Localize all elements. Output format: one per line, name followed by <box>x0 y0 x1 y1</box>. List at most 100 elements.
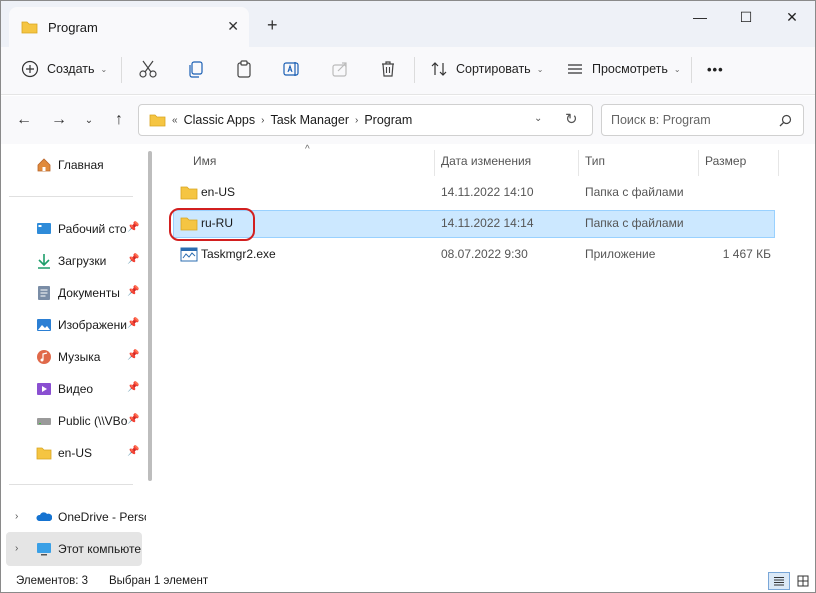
tab-close-button[interactable]: ✕ <box>227 18 239 35</box>
tab-title: Program <box>48 19 98 35</box>
chevron-down-icon: ⌄ <box>100 64 108 74</box>
maximize-button[interactable]: ☐ <box>723 1 769 33</box>
sort-ascending-icon: ^ <box>305 144 310 155</box>
refresh-icon[interactable]: ↻ <box>565 110 578 128</box>
minimize-button[interactable]: — <box>677 1 723 33</box>
create-label: Создать <box>47 62 95 76</box>
details-view-button[interactable] <box>768 572 790 590</box>
column-header-modified[interactable]: Дата изменения <box>441 154 531 174</box>
search-input[interactable]: Поиск в: Program <box>601 104 804 136</box>
address-dropdown-icon[interactable]: ⌄ <box>534 113 542 124</box>
sidebar-item-label: Видео <box>58 382 94 396</box>
file-size: 1 467 КБ <box>722 247 771 261</box>
exe-icon <box>180 247 198 262</box>
pin-icon: 📌 <box>127 382 140 393</box>
forward-arrow-icon[interactable]: → <box>49 110 69 130</box>
breadcrumb-item[interactable]: Program <box>364 113 412 127</box>
sidebar-item-label: Public (\\VBo <box>58 414 128 428</box>
file-row-selected[interactable]: ru-RU 14.11.2022 14:14 Папка с файлами <box>173 210 775 238</box>
sidebar-scrollbar[interactable] <box>148 151 152 481</box>
selection-count: Выбран 1 элемент <box>109 575 209 587</box>
rename-button[interactable] <box>282 47 302 91</box>
sidebar-item-label: Документы <box>58 286 120 300</box>
sidebar-item-downloads[interactable]: Загрузки 📌 <box>1 246 146 276</box>
folder-icon <box>180 186 198 200</box>
column-separator[interactable] <box>778 150 779 176</box>
sidebar-divider <box>9 196 133 197</box>
chevron-down-icon: ⌄ <box>536 64 544 74</box>
column-separator[interactable] <box>698 150 699 176</box>
back-arrow-icon[interactable]: ← <box>14 110 34 130</box>
close-window-button[interactable]: ✕ <box>769 1 815 33</box>
copy-icon <box>189 61 203 78</box>
file-name: Taskmgr2.exe <box>201 247 276 261</box>
folder-icon <box>21 21 38 34</box>
column-header-name[interactable]: Имя <box>193 154 216 174</box>
sidebar-item-video[interactable]: Видео 📌 <box>1 374 146 404</box>
sidebar-item-label: Рабочий сто <box>58 222 127 236</box>
plus-circle-icon <box>21 60 39 78</box>
column-header-size[interactable]: Размер <box>705 154 746 174</box>
clipboard-icon <box>237 60 251 78</box>
file-row[interactable]: en-US 14.11.2022 14:10 Папка с файлами <box>173 179 775 207</box>
pin-icon: 📌 <box>127 446 140 457</box>
sidebar-item-desktop[interactable]: Рабочий сто 📌 <box>1 214 146 244</box>
trash-icon <box>382 61 394 77</box>
this-pc-icon <box>37 543 51 556</box>
search-icon <box>779 114 792 127</box>
view-list-icon <box>568 64 582 74</box>
file-name: en-US <box>201 185 236 199</box>
folder-icon <box>149 114 166 127</box>
share-button[interactable] <box>330 47 350 91</box>
sidebar-item-pictures[interactable]: Изображени 📌 <box>1 310 146 340</box>
breadcrumb-item[interactable]: Task Manager <box>270 113 349 127</box>
column-separator[interactable] <box>578 150 579 176</box>
delete-button[interactable] <box>378 47 398 91</box>
chevron-right-icon: › <box>261 114 265 126</box>
cut-button[interactable] <box>138 47 158 91</box>
rename-icon <box>283 62 299 76</box>
home-icon <box>37 158 51 172</box>
file-modified: 14.11.2022 14:14 <box>441 216 534 230</box>
sidebar-item-music[interactable]: Музыка 📌 <box>1 342 146 372</box>
column-header-type[interactable]: Тип <box>585 154 605 174</box>
create-button[interactable]: Создать ⌄ <box>21 47 107 91</box>
sidebar-item-onedrive[interactable]: OneDrive - Perso <box>1 502 146 532</box>
file-modified: 08.07.2022 9:30 <box>441 247 528 261</box>
chevron-right-icon: › <box>354 114 359 126</box>
chevron-down-icon: ⌄ <box>673 64 681 74</box>
copy-button[interactable] <box>186 47 206 91</box>
sidebar-item-en-us[interactable]: en-US 📌 <box>1 438 146 468</box>
tiles-view-button[interactable] <box>792 572 814 590</box>
breadcrumb-overflow-icon[interactable]: « <box>172 115 178 126</box>
sort-button[interactable]: Сортировать ⌄ <box>430 47 543 91</box>
file-type: Приложение <box>585 247 656 261</box>
address-bar[interactable]: « Classic Apps › Task Manager › Program … <box>138 104 593 136</box>
toolbar-divider <box>414 57 415 83</box>
sidebar-item-home[interactable]: Главная <box>1 150 146 180</box>
sidebar-item-this-pc[interactable]: Этот компьюте <box>1 534 146 564</box>
sidebar-item-documents[interactable]: Документы 📌 <box>1 278 146 308</box>
tab-program[interactable]: Program ✕ <box>9 7 249 47</box>
highlight-annotation-ring <box>169 208 255 241</box>
sidebar-item-public[interactable]: Public (\\VBo 📌 <box>1 406 146 436</box>
desktop-icon <box>37 223 51 234</box>
sidebar-item-label: Загрузки <box>58 254 107 268</box>
more-options-button[interactable]: ••• <box>707 47 724 91</box>
file-type: Папка с файлами <box>585 185 684 199</box>
paste-button[interactable] <box>234 47 254 91</box>
recent-chevron-icon[interactable]: ⌄ <box>79 110 99 130</box>
tiles-view-icon <box>797 575 809 587</box>
music-icon <box>37 350 51 364</box>
column-separator[interactable] <box>434 150 435 176</box>
up-arrow-icon[interactable]: ↑ <box>109 110 129 130</box>
sidebar-divider <box>9 484 133 485</box>
file-row[interactable]: Taskmgr2.exe 08.07.2022 9:30 Приложение … <box>173 241 775 269</box>
breadcrumb-item[interactable]: Classic Apps <box>184 113 256 127</box>
pin-icon: 📌 <box>127 414 140 425</box>
new-tab-button[interactable]: + <box>267 15 278 36</box>
view-button[interactable]: Просмотреть ⌄ <box>566 47 681 91</box>
item-count: Элементов: 3 <box>16 575 89 587</box>
pin-icon: 📌 <box>127 254 140 265</box>
view-label: Просмотреть <box>592 62 668 76</box>
